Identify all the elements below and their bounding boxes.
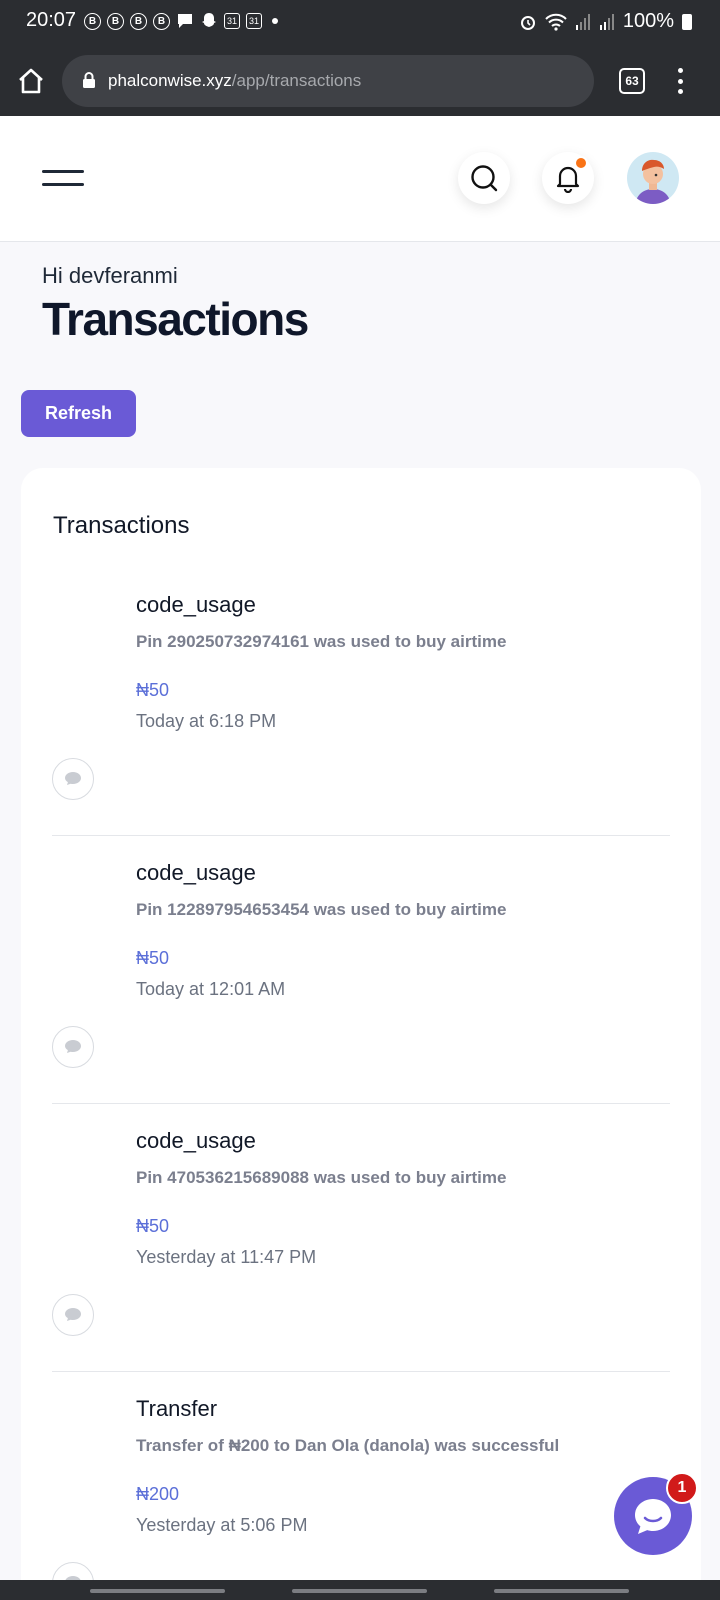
address-bar[interactable]: phalconwise.xyz/app/transactions xyxy=(62,55,594,107)
calendar-icon: 31 xyxy=(246,13,262,29)
transaction-amount: ₦50 xyxy=(136,680,170,700)
transaction-item[interactable]: code_usage Pin 290250732974161 was used … xyxy=(52,568,670,836)
tab-count: 63 xyxy=(625,74,639,88)
url-domain: phalconwise.xyz xyxy=(108,71,232,90)
status-time: 20:07 xyxy=(26,9,77,31)
transaction-amount: ₦50 xyxy=(136,948,170,968)
transaction-type: Transfer xyxy=(136,1396,218,1421)
status-system-icons: 100% xyxy=(519,10,692,33)
transaction-time: Yesterday at 11:47 PM xyxy=(136,1247,317,1267)
status-notification-icons: B B B B 31 31 xyxy=(84,12,278,30)
calendar-icon: 31 xyxy=(224,13,240,29)
snapchat-icon xyxy=(202,13,216,27)
nav-pill xyxy=(90,1589,225,1593)
notifications-button[interactable] xyxy=(542,152,594,204)
transaction-description: Pin 470536215689088 was used to buy airt… xyxy=(136,1168,507,1187)
search-button[interactable] xyxy=(458,152,510,204)
nav-pill xyxy=(494,1589,629,1593)
status-bar: 20:07 B B B B 31 31 100% xyxy=(0,0,720,44)
refresh-button[interactable]: Refresh xyxy=(21,390,136,437)
url-text: phalconwise.xyz/app/transactions xyxy=(108,71,361,91)
transaction-type: code_usage xyxy=(136,860,256,885)
transaction-item[interactable]: Transfer Transfer of ₦200 to Dan Ola (da… xyxy=(52,1372,670,1600)
menu-icon[interactable] xyxy=(42,170,84,188)
battery-percent: 100% xyxy=(622,10,674,32)
browser-toolbar: phalconwise.xyz/app/transactions 63 xyxy=(0,44,720,116)
greeting: Hi devferanmi xyxy=(42,263,178,288)
notification-dot xyxy=(574,156,588,170)
signal-icon xyxy=(599,13,614,30)
more-notifications-dot xyxy=(272,18,278,24)
more-icon[interactable] xyxy=(676,68,684,94)
b-notification-icon: B xyxy=(107,12,124,30)
transaction-amount: ₦200 xyxy=(136,1484,180,1504)
transaction-amount: ₦50 xyxy=(136,1216,170,1236)
chat-unread-badge: 1 xyxy=(666,1472,698,1504)
transactions-card: Transactions code_usage Pin 290250732974… xyxy=(21,468,701,1600)
transaction-time: Today at 6:18 PM xyxy=(136,711,277,731)
b-notification-icon: B xyxy=(153,12,170,30)
comment-icon[interactable] xyxy=(52,1294,94,1336)
search-icon xyxy=(471,165,498,192)
comment-icon[interactable] xyxy=(52,758,94,800)
transaction-type: code_usage xyxy=(136,592,256,617)
chat-icon xyxy=(635,1499,671,1534)
signal-icon xyxy=(575,13,590,30)
message-icon xyxy=(178,14,192,28)
avatar[interactable] xyxy=(627,152,679,204)
home-icon[interactable] xyxy=(16,66,46,96)
comment-icon[interactable] xyxy=(52,1026,94,1068)
transaction-time: Yesterday at 5:06 PM xyxy=(136,1515,308,1535)
b-notification-icon: B xyxy=(130,12,147,30)
page-title: Transactions xyxy=(42,293,309,345)
lock-icon xyxy=(83,72,95,88)
battery-icon xyxy=(682,13,692,30)
transaction-type: code_usage xyxy=(136,1128,256,1153)
transaction-description: Pin 122897954653454 was used to buy airt… xyxy=(136,900,507,919)
alarm-icon xyxy=(520,15,535,30)
app-header xyxy=(0,116,720,242)
transaction-description: Pin 290250732974161 was used to buy airt… xyxy=(136,632,507,651)
nav-pill xyxy=(292,1589,427,1593)
system-nav-bar xyxy=(0,1580,720,1600)
url-path: /app/transactions xyxy=(231,71,362,90)
wifi-icon xyxy=(545,13,567,31)
b-notification-icon: B xyxy=(84,12,101,30)
transaction-item[interactable]: code_usage Pin 122897954653454 was used … xyxy=(52,836,670,1104)
transaction-time: Today at 12:01 AM xyxy=(136,979,286,999)
transaction-list: code_usage Pin 290250732974161 was used … xyxy=(52,568,670,1600)
transaction-description: Transfer of ₦200 to Dan Ola (danola) was… xyxy=(136,1436,560,1455)
transaction-item[interactable]: code_usage Pin 470536215689088 was used … xyxy=(52,1104,670,1372)
card-title: Transactions xyxy=(53,512,190,539)
tabs-icon[interactable]: 63 xyxy=(619,68,645,94)
